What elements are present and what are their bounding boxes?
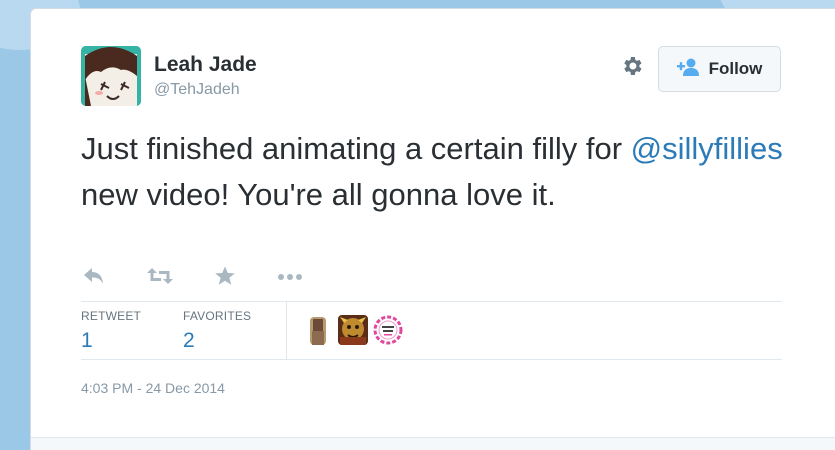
settings-gear-icon[interactable] (620, 54, 644, 78)
user-handle[interactable]: @TehJadeh (154, 81, 240, 99)
favoriter-avatar[interactable] (338, 315, 368, 345)
silly-filly-logo-avatar[interactable] (373, 315, 403, 345)
favorite-star-icon[interactable] (214, 266, 236, 288)
tweet-text: Just finished animating a certain filly … (81, 126, 801, 218)
divider (81, 301, 782, 302)
retweet-stat-count: 1 (81, 329, 93, 352)
retweet-stat-label: RETWEET (81, 309, 142, 323)
reply-icon[interactable] (83, 266, 105, 288)
tweet-timestamp[interactable]: 4:03 PM - 24 Dec 2014 (81, 380, 225, 396)
tweet-text-after: new video! You're all gonna love it. (81, 177, 556, 212)
more-dots-icon[interactable] (277, 266, 303, 288)
retweet-stat[interactable]: RETWEET 1 (81, 309, 141, 353)
favorites-stat-label: FAVORITES (183, 309, 252, 323)
favorites-stat-count: 2 (183, 329, 195, 352)
favorites-stat[interactable]: FAVORITES 2 (183, 309, 251, 353)
user-avatar[interactable] (81, 46, 141, 106)
follow-button[interactable]: Follow (658, 46, 781, 92)
mention-link[interactable]: @sillyfillies (631, 131, 783, 166)
favoriter-avatar[interactable] (303, 315, 333, 345)
card-footer-bar (31, 437, 835, 450)
retweet-icon[interactable] (147, 266, 173, 288)
stats-separator (286, 301, 287, 359)
user-display-name[interactable]: Leah Jade (154, 53, 257, 77)
follow-person-icon (676, 58, 701, 81)
follow-button-label: Follow (708, 59, 763, 78)
tweet-text-before: Just finished animating a certain filly … (81, 131, 631, 166)
divider (81, 359, 782, 360)
tweet-card: Leah Jade @TehJadeh Follow Just finished… (30, 8, 835, 450)
